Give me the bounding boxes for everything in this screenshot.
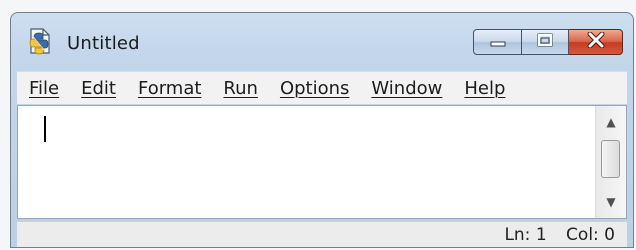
close-button[interactable] [569, 29, 623, 55]
menu-window[interactable]: Window [371, 78, 442, 99]
menu-file[interactable]: File [29, 78, 59, 99]
minimize-icon [489, 33, 507, 52]
column-indicator: Col: 0 [566, 225, 615, 245]
maximize-button[interactable] [521, 29, 569, 55]
chevron-up-icon: ▲ [606, 115, 616, 129]
caption-buttons [473, 29, 623, 55]
vertical-scrollbar[interactable]: ▲ ▼ [595, 106, 626, 218]
cursor-position: Ln: 1 Col: 0 [490, 225, 615, 245]
line-indicator: Ln: 1 [504, 225, 547, 245]
title-bar[interactable]: Untitled [11, 13, 633, 59]
minimize-button[interactable] [473, 29, 521, 55]
menu-bar: File Edit Format Run Options Window Help [17, 71, 627, 104]
menu-edit[interactable]: Edit [81, 78, 116, 99]
menu-run[interactable]: Run [223, 78, 258, 99]
window-title: Untitled [67, 33, 140, 54]
menu-help[interactable]: Help [464, 78, 505, 99]
menu-format[interactable]: Format [138, 78, 201, 99]
scroll-down-button[interactable]: ▼ [596, 192, 626, 212]
status-bar: Ln: 1 Col: 0 [17, 221, 627, 247]
scroll-thumb[interactable] [601, 140, 620, 178]
python-idle-icon[interactable] [25, 27, 53, 55]
text-caret [44, 116, 46, 142]
text-editor-area[interactable]: ▲ ▼ [17, 105, 627, 219]
close-icon [587, 31, 605, 52]
idle-editor-window: Untitled File Edit Format Run Options Wi… [10, 12, 634, 248]
chevron-down-icon: ▼ [606, 195, 616, 209]
menu-options[interactable]: Options [280, 78, 349, 99]
scroll-up-button[interactable]: ▲ [596, 112, 626, 132]
maximize-icon [536, 32, 554, 52]
